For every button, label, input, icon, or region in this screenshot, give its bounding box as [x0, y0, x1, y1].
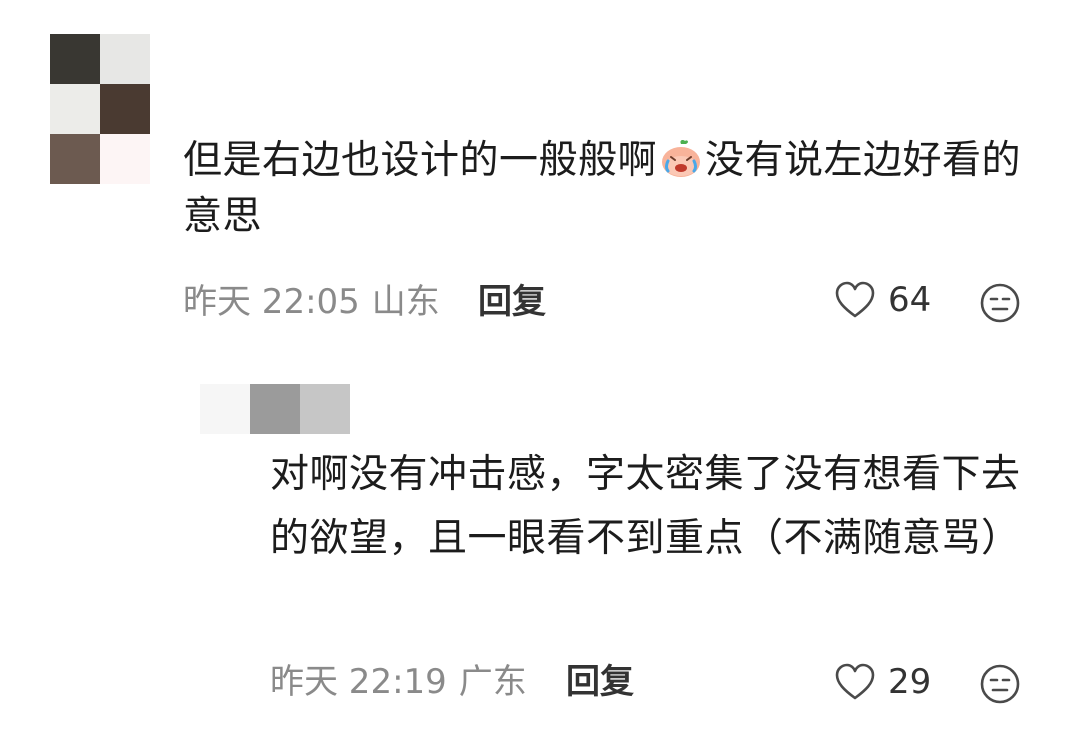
- reply-button[interactable]: 回复: [566, 662, 634, 702]
- avatar-pixel: [100, 84, 150, 134]
- comment-text-part: 但是右边也设计的一般般啊: [183, 138, 658, 183]
- heart-outline-icon: [835, 663, 875, 700]
- avatar-shadow: [200, 384, 250, 434]
- comment-location: 山东: [371, 282, 440, 322]
- avatar-pixel: [100, 34, 150, 84]
- dislike-button[interactable]: [978, 662, 1022, 706]
- crying-laughing-peach-emoji-icon: [659, 139, 703, 179]
- comment-location: 广东: [458, 662, 527, 702]
- comment-time: 昨天 22:19: [270, 662, 447, 702]
- avatar[interactable]: [250, 384, 350, 434]
- like-count: 29: [888, 662, 932, 702]
- reply-button[interactable]: 回复: [478, 282, 546, 322]
- like-button[interactable]: 64: [834, 280, 931, 320]
- comment-meta: 昨天 22:19 广东: [270, 662, 527, 702]
- avatar-pixel: [50, 34, 100, 84]
- avatar-pixel: [300, 384, 350, 434]
- avatar-pixel: [50, 134, 100, 184]
- avatar-pixel: [100, 134, 150, 184]
- heart-outline-icon: [835, 281, 875, 318]
- comment-text: 对啊没有冲击感，字太密集了没有想看下去的欲望，且一眼看不到重点（不满随意骂）: [270, 452, 1021, 561]
- avatar-pixel: [50, 84, 100, 134]
- comment-text: 但是右边也设计的一般般啊 没有说左边好看的意思: [183, 133, 1033, 245]
- like-count: 64: [888, 280, 932, 320]
- dislike-button[interactable]: [978, 281, 1022, 325]
- neutral-face-icon: [980, 664, 1020, 704]
- neutral-face-icon: [980, 283, 1020, 323]
- avatar-pixel: [250, 384, 300, 434]
- comment-time: 昨天 22:05: [183, 282, 360, 322]
- avatar[interactable]: [50, 34, 150, 184]
- like-button[interactable]: 29: [834, 662, 931, 702]
- comment-meta: 昨天 22:05 山东: [183, 282, 440, 322]
